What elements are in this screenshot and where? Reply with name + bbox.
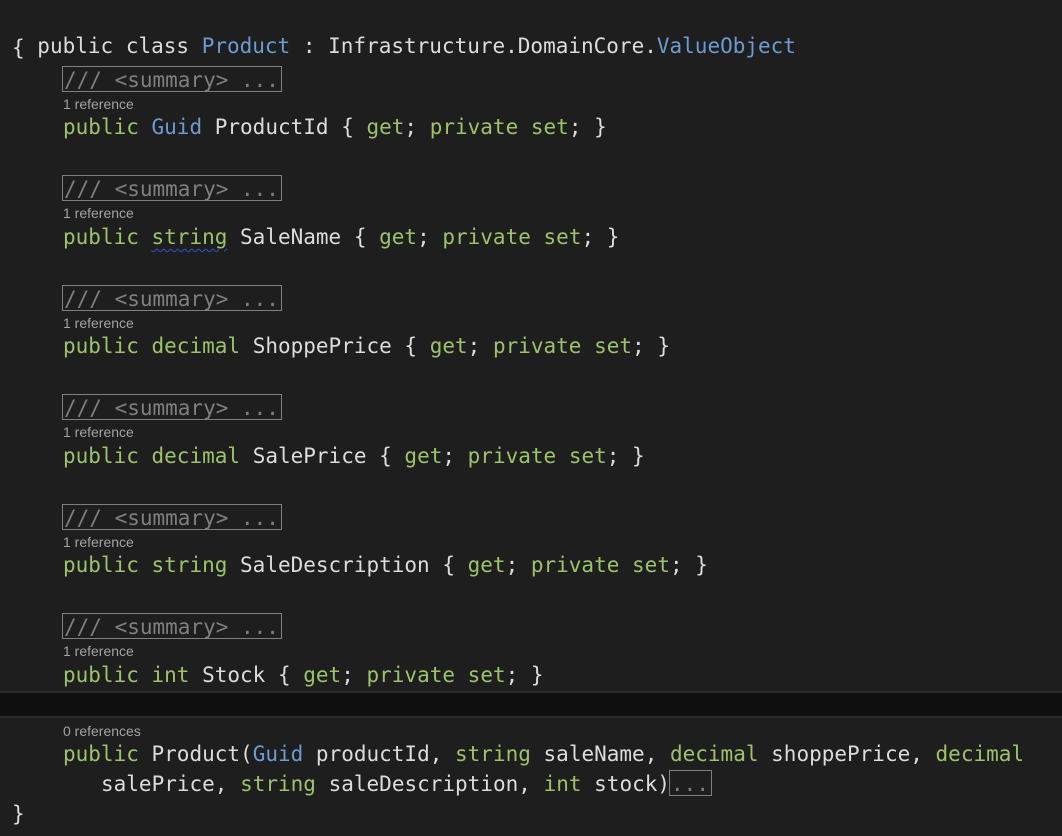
summary-collapsed-block[interactable]: /// <summary> ... bbox=[62, 613, 282, 641]
current-line-highlight[interactable] bbox=[0, 691, 1062, 718]
keyword-public: public bbox=[63, 115, 139, 139]
property-name: SaleName bbox=[240, 225, 342, 249]
codelens-reference[interactable]: 0 references bbox=[63, 722, 141, 740]
param-name: stock bbox=[594, 772, 658, 796]
colon: : bbox=[290, 34, 329, 58]
keyword-get: get bbox=[303, 663, 342, 687]
collapsed-summary[interactable]: /// <summary> ... bbox=[62, 394, 282, 420]
keyword-public: public bbox=[63, 663, 139, 687]
property-type: string bbox=[151, 553, 228, 577]
property-name: SalePrice bbox=[252, 444, 367, 468]
property-type: Guid bbox=[151, 115, 203, 139]
property-name: Stock bbox=[202, 663, 266, 687]
collapsed-summary[interactable]: /// <summary> ... bbox=[62, 504, 282, 530]
property-type: decimal bbox=[151, 334, 241, 358]
property-name: ShoppePrice bbox=[252, 334, 392, 358]
param-type: string bbox=[240, 772, 316, 796]
param-name: shoppePrice bbox=[771, 742, 911, 766]
summary-collapsed-block[interactable]: /// <summary> ... bbox=[62, 175, 282, 203]
property-line[interactable]: public Guid ProductId { get; private set… bbox=[63, 113, 607, 141]
param-type: decimal bbox=[935, 742, 1025, 766]
property-type: decimal bbox=[151, 444, 241, 468]
keyword-private: private bbox=[442, 225, 531, 249]
codelens-reference[interactable]: 1 reference bbox=[63, 423, 134, 441]
keyword-get: get bbox=[467, 553, 506, 577]
keyword-public: public bbox=[63, 742, 139, 766]
keyword-get: get bbox=[379, 225, 418, 249]
keyword-public: public bbox=[63, 225, 139, 249]
open-brace: { bbox=[12, 36, 25, 60]
base-type: ValueObject bbox=[656, 34, 796, 58]
param-type: decimal bbox=[669, 742, 759, 766]
keyword-get: get bbox=[404, 444, 443, 468]
property-line[interactable]: public decimal SalePrice { get; private … bbox=[63, 442, 645, 470]
keyword-get: get bbox=[366, 115, 405, 139]
keyword-set: set bbox=[467, 663, 506, 687]
summary-collapsed-block[interactable]: /// <summary> ... bbox=[62, 394, 282, 422]
keyword-set: set bbox=[594, 334, 633, 358]
keyword-class: class bbox=[125, 34, 190, 58]
codelens-reference[interactable]: 1 reference bbox=[63, 642, 134, 660]
keyword-public: public bbox=[37, 34, 114, 58]
collapsed-summary[interactable]: /// <summary> ... bbox=[62, 175, 282, 201]
keyword-public: public bbox=[63, 444, 139, 468]
keyword-private: private bbox=[467, 444, 557, 468]
keyword-public: public bbox=[63, 334, 139, 358]
property-type: int bbox=[151, 663, 190, 687]
param-name: salePrice bbox=[101, 772, 215, 796]
keyword-set: set bbox=[568, 444, 607, 468]
keyword-private: private bbox=[492, 334, 582, 358]
class-name: Product bbox=[201, 34, 291, 58]
keyword-private: private bbox=[366, 663, 456, 687]
property-line[interactable]: public string SaleDescription { get; pri… bbox=[63, 551, 708, 579]
param-name: saleDescription bbox=[328, 772, 519, 796]
summary-collapsed-block[interactable]: /// <summary> ... bbox=[62, 285, 282, 313]
collapsed-constructor-body[interactable]: ... bbox=[669, 770, 712, 796]
property-name: SaleDescription bbox=[240, 553, 430, 577]
codelens-reference[interactable]: 1 reference bbox=[63, 533, 134, 551]
keyword-set: set bbox=[530, 115, 569, 139]
param-type: int bbox=[543, 772, 582, 796]
property-name: ProductId bbox=[214, 115, 329, 139]
constructor-name: Product bbox=[151, 742, 241, 766]
summary-collapsed-block[interactable]: /// <summary> ... bbox=[62, 66, 282, 94]
param-name: saleName bbox=[543, 742, 645, 766]
summary-collapsed-block[interactable]: /// <summary> ... bbox=[62, 504, 282, 532]
property-line[interactable]: public int Stock { get; private set; } bbox=[63, 661, 544, 689]
param-name: productId bbox=[315, 742, 430, 766]
collapsed-summary[interactable]: /// <summary> ... bbox=[62, 285, 282, 311]
param-type: Guid bbox=[252, 742, 304, 766]
codelens-reference[interactable]: 1 reference bbox=[63, 314, 134, 332]
constructor-line-2[interactable]: salePrice, string saleDescription, int s… bbox=[101, 770, 712, 798]
keyword-public: public bbox=[63, 553, 139, 577]
property-line[interactable]: public string SaleName { get; private se… bbox=[63, 223, 619, 251]
keyword-private: private bbox=[429, 115, 519, 139]
keyword-set: set bbox=[632, 553, 670, 577]
codelens-reference[interactable]: 1 reference bbox=[63, 95, 134, 113]
keyword-set: set bbox=[543, 225, 582, 249]
class-declaration-line[interactable]: public class Product : Infrastructure.Do… bbox=[12, 4, 796, 58]
constructor-line-1[interactable]: public Product(Guid productId, string sa… bbox=[63, 740, 1024, 768]
property-line[interactable]: public decimal ShoppePrice { get; privat… bbox=[63, 332, 670, 360]
close-brace: } bbox=[12, 802, 25, 826]
property-type: string bbox=[151, 225, 228, 249]
keyword-get: get bbox=[429, 334, 468, 358]
param-type: string bbox=[455, 742, 531, 766]
base-namespace: Infrastructure.DomainCore. bbox=[328, 34, 657, 58]
collapsed-summary[interactable]: /// <summary> ... bbox=[62, 613, 282, 639]
codelens-reference[interactable]: 1 reference bbox=[63, 204, 134, 222]
keyword-private: private bbox=[530, 553, 620, 577]
collapsed-summary[interactable]: /// <summary> ... bbox=[62, 66, 282, 92]
